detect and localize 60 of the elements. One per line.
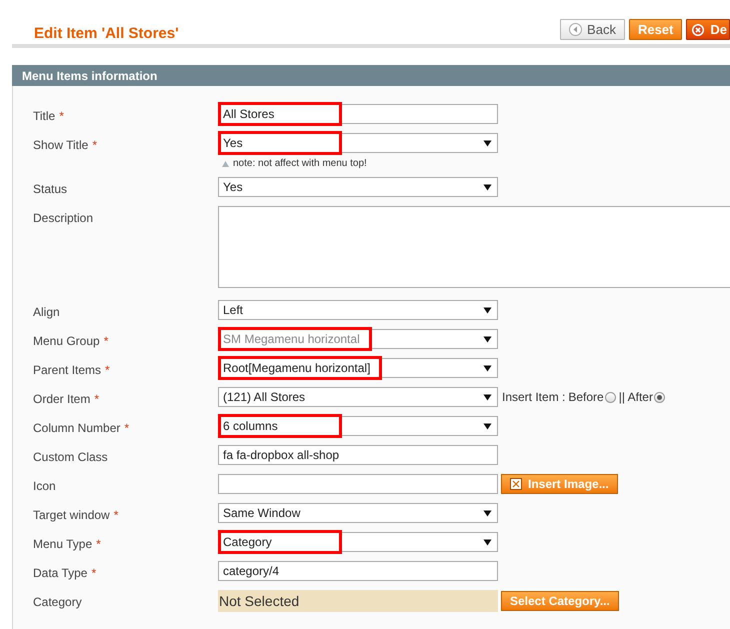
field-label: Align [33,305,60,319]
dropdown-arrow-icon [483,539,492,546]
field-label: Menu Type [33,537,92,551]
field-label: Status [33,182,68,196]
insert-label: Insert Item : [502,389,566,406]
dropdown-arrow-icon [483,365,492,372]
select-field[interactable]: Same Window [218,503,498,523]
note-triangle-icon [222,160,229,166]
text-field[interactable]: category/4 [218,561,498,581]
required-asterisk: * [59,109,64,123]
select-field[interactable]: Left [218,300,498,320]
dropdown-arrow-icon [483,336,492,343]
select-field[interactable]: Yes [218,177,498,197]
required-asterisk: * [114,508,118,522]
radio-option[interactable]: || After [618,388,668,406]
category-value: Not Selected [218,590,498,612]
required-asterisk: * [91,566,96,580]
required-asterisk: * [124,421,130,435]
field-label: Parent Items [33,363,102,377]
text-field[interactable]: fa fa-dropbox all-shop [218,445,498,465]
field-label: Target window [33,508,110,522]
dropdown-arrow-icon [483,140,492,147]
field-label: Description [33,211,94,225]
select-field[interactable]: 6 columns [218,416,498,436]
field-label: Menu Group [33,334,100,348]
field-label: Column Number [33,421,120,435]
field-label: Order Item [33,392,90,406]
field-label: Custom Class [33,450,108,464]
field-label: Show Title [33,138,88,152]
back-button[interactable]: Back [560,19,625,40]
dropdown-arrow-icon [483,423,492,430]
dropdown-arrow-icon [483,184,492,191]
select-field[interactable]: Root[Megamenu horizontal] [218,358,498,378]
select-field[interactable]: Yes [218,133,498,153]
dropdown-arrow-icon [483,394,492,401]
required-asterisk: * [94,392,100,406]
field-label: Icon [33,479,56,493]
text-field[interactable]: All Stores [218,104,498,124]
text-field[interactable] [218,474,498,494]
required-asterisk: * [92,138,98,152]
page-title: Edit Item 'All Stores' [34,24,179,44]
required-asterisk: * [104,334,108,348]
radio-option[interactable]: Before [568,388,619,406]
field-label: Title [33,109,56,123]
select-field[interactable]: (121) All Stores [218,387,498,407]
section-header: Menu Items information [12,65,730,86]
image-icon [510,478,522,490]
field-label: Data Type [33,566,88,580]
required-asterisk: * [105,363,110,377]
dropdown-arrow-icon [483,510,492,517]
radio-button[interactable] [654,392,665,402]
delete-button[interactable]: De [686,19,730,40]
field-note: note: not affect with menu top! [233,157,367,171]
select-field[interactable]: Category [218,532,498,552]
required-asterisk: * [96,537,101,551]
delete-icon [691,22,706,36]
radio-button[interactable] [604,392,616,402]
textarea-field[interactable] [218,206,730,288]
dropdown-arrow-icon [483,307,492,314]
field-label: Category [33,595,82,609]
